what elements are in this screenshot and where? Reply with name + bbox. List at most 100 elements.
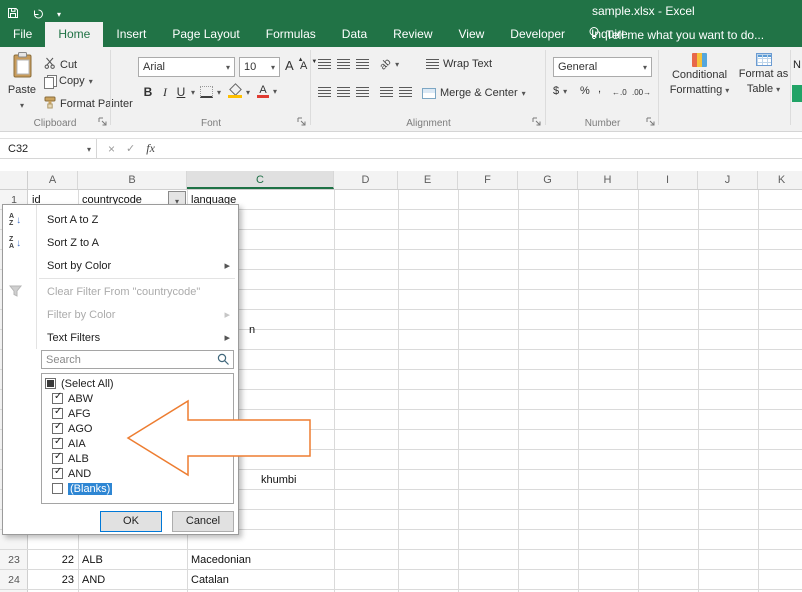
borders-button[interactable] — [200, 86, 221, 98]
customize-quick-access-icon[interactable] — [57, 4, 61, 22]
decrease-indent-icon[interactable] — [380, 87, 393, 98]
tab-formulas[interactable]: Formulas — [253, 22, 329, 47]
column-header-E[interactable]: E — [398, 171, 458, 189]
column-header-K[interactable]: K — [758, 171, 802, 189]
align-middle-icon[interactable] — [337, 59, 350, 70]
tell-me-box[interactable]: Tell me what you want to do... — [588, 22, 764, 47]
confirm-entry-icon[interactable] — [126, 142, 135, 155]
column-header-A[interactable]: A — [28, 171, 78, 189]
fill-color-button[interactable] — [228, 85, 250, 98]
checkbox-icon[interactable] — [52, 408, 63, 419]
clipboard-dialog-launcher[interactable] — [98, 117, 108, 127]
formula-input[interactable] — [166, 139, 802, 158]
filter-item-abw[interactable]: ABW — [45, 391, 233, 406]
cell-A24[interactable]: 23 — [28, 570, 78, 590]
select-all-corner[interactable] — [0, 171, 28, 189]
increase-indent-icon[interactable] — [399, 87, 412, 98]
tab-insert[interactable]: Insert — [103, 22, 159, 47]
filter-item-alb[interactable]: ALB — [45, 451, 233, 466]
tab-file[interactable]: File — [0, 22, 45, 47]
partial-cell-text[interactable]: n — [245, 320, 325, 340]
cell-B24[interactable]: AND — [78, 570, 187, 590]
paste-dropdown-icon[interactable] — [20, 99, 24, 112]
merge-center-dropdown-icon[interactable] — [522, 87, 526, 99]
wrap-text-button[interactable]: Wrap Text — [426, 58, 492, 70]
checkbox-icon[interactable] — [52, 438, 63, 449]
column-header-J[interactable]: J — [698, 171, 758, 189]
checkbox-icon[interactable] — [52, 453, 63, 464]
decrease-decimal-icon[interactable] — [632, 88, 651, 97]
orientation-button[interactable] — [380, 58, 399, 70]
partial-cell-text[interactable]: khumbi — [257, 470, 337, 490]
filter-item-afg[interactable]: AFG — [45, 406, 233, 421]
column-header-F[interactable]: F — [458, 171, 518, 189]
checkbox-icon[interactable] — [45, 378, 56, 389]
font-name-select[interactable]: Arial — [138, 57, 235, 77]
align-top-icon[interactable] — [318, 59, 331, 70]
number-format-dropdown-icon[interactable] — [643, 61, 647, 73]
menu-item-sort-a-to-z[interactable]: AZ Sort A to Z — [3, 208, 238, 231]
conditional-formatting-button[interactable]: Conditional Formatting — [663, 53, 736, 97]
borders-dropdown-icon[interactable] — [217, 86, 221, 98]
cell-A23[interactable]: 22 — [28, 550, 78, 570]
cancel-button[interactable]: Cancel — [172, 511, 234, 532]
accounting-dropdown-icon[interactable] — [563, 85, 567, 97]
column-header-D[interactable]: D — [334, 171, 398, 189]
column-header-H[interactable]: H — [578, 171, 638, 189]
align-left-icon[interactable] — [318, 87, 331, 98]
filter-search-input[interactable] — [41, 350, 234, 369]
font-color-dropdown-icon[interactable] — [273, 85, 277, 97]
align-right-icon[interactable] — [356, 87, 369, 98]
decrease-font-size-icon[interactable] — [300, 60, 317, 72]
checkbox-icon[interactable] — [52, 483, 63, 494]
font-name-dropdown-icon[interactable] — [226, 61, 230, 73]
italic-button[interactable]: I — [159, 85, 171, 100]
number-format-select[interactable]: General — [553, 57, 652, 77]
align-center-icon[interactable] — [337, 87, 350, 98]
cancel-entry-icon[interactable] — [108, 142, 115, 156]
filter-item-blanks[interactable]: (Blanks) — [45, 481, 233, 496]
underline-dropdown-icon[interactable] — [191, 86, 195, 98]
font-color-button[interactable] — [257, 84, 277, 98]
underline-button[interactable]: U — [175, 85, 195, 99]
number-dialog-launcher[interactable] — [646, 117, 656, 127]
tab-developer[interactable]: Developer — [497, 22, 578, 47]
comma-style-button[interactable]: , — [598, 83, 601, 95]
column-header-G[interactable]: G — [518, 171, 578, 189]
column-header-C[interactable]: C — [187, 171, 334, 189]
checkbox-icon[interactable] — [52, 393, 63, 404]
merge-center-button[interactable]: Merge & Center — [422, 87, 526, 99]
tab-view[interactable]: View — [446, 22, 498, 47]
checkbox-icon[interactable] — [52, 423, 63, 434]
orientation-dropdown-icon[interactable] — [395, 58, 399, 70]
row-header-24[interactable]: 24 — [0, 570, 28, 590]
accounting-format-button[interactable]: $ — [553, 85, 567, 97]
row-header-23[interactable]: 23 — [0, 550, 28, 570]
name-box[interactable]: C32 — [0, 139, 97, 158]
ok-button[interactable]: OK — [100, 511, 162, 532]
tab-data[interactable]: Data — [329, 22, 380, 47]
tab-page-layout[interactable]: Page Layout — [159, 22, 252, 47]
menu-item-text-filters[interactable]: Text Filters — [3, 326, 238, 349]
conditional-formatting-dropdown-icon[interactable] — [725, 84, 729, 97]
cell-C23[interactable]: Macedonian — [187, 550, 334, 570]
save-icon[interactable] — [7, 7, 19, 19]
increase-decimal-icon[interactable] — [612, 88, 627, 97]
column-header-I[interactable]: I — [638, 171, 698, 189]
tab-review[interactable]: Review — [380, 22, 445, 47]
bold-button[interactable]: B — [142, 85, 154, 99]
menu-item-sort-z-to-a[interactable]: ZA Sort Z to A — [3, 231, 238, 254]
name-box-dropdown-icon[interactable] — [87, 143, 91, 155]
fill-color-dropdown-icon[interactable] — [246, 86, 250, 98]
filter-item-select-all[interactable]: (Select All) — [45, 376, 233, 391]
filter-item-ago[interactable]: AGO — [45, 421, 233, 436]
filter-item-and[interactable]: AND — [45, 466, 233, 481]
insert-function-icon[interactable]: fx — [146, 141, 155, 156]
paste-button[interactable]: Paste — [2, 52, 42, 118]
font-size-select[interactable]: 10 — [239, 57, 280, 77]
alignment-dialog-launcher[interactable] — [532, 117, 542, 127]
format-as-table-button[interactable]: Format as Table — [738, 53, 789, 96]
menu-item-sort-by-color[interactable]: Sort by Color — [3, 254, 238, 277]
percent-style-button[interactable]: % — [580, 85, 590, 97]
font-size-dropdown-icon[interactable] — [271, 61, 275, 73]
